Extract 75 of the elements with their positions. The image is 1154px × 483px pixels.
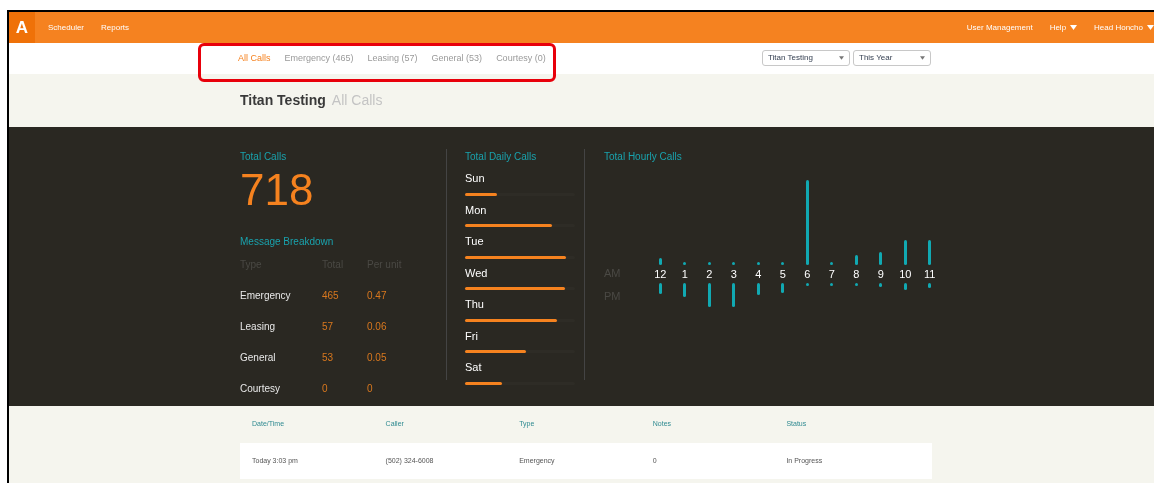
table-cell-text: Courtesy [240, 382, 281, 396]
nav-menu[interactable]: Help [1049, 21, 1078, 34]
table-cell-text: 0.06 [367, 320, 388, 334]
pm-bar [928, 283, 932, 288]
table-cell-text: General [240, 351, 277, 365]
hour-label: 11 [924, 268, 936, 280]
pm-bar [683, 283, 687, 297]
total-calls-value: 718 [240, 168, 315, 212]
section-title: Message Breakdown [240, 235, 335, 249]
pm-bar [658, 283, 662, 294]
table-cell-text: 0.47 [367, 289, 388, 303]
dropdown-select[interactable]: This Year [853, 50, 931, 66]
am-bar [732, 262, 736, 265]
nav-menu[interactable]: User Management [966, 21, 1033, 34]
filter-tab[interactable]: General (53) [431, 52, 483, 66]
am-bar [830, 262, 834, 265]
am-bar [683, 262, 687, 265]
filter-tab[interactable]: Leasing (57) [367, 52, 418, 66]
pm-bar [903, 283, 907, 290]
filter-tab[interactable]: All Calls [238, 52, 271, 66]
day-label: Wed [465, 265, 489, 281]
section-title: Total Daily Calls [465, 150, 538, 164]
section-title: Total Calls [240, 150, 288, 164]
day-label: Tue [465, 234, 485, 249]
caret-icon [920, 56, 925, 60]
caret-icon [839, 56, 844, 60]
hour-label: 4 [755, 268, 762, 280]
page-title: Titan Testing [240, 91, 326, 110]
hour-label: 8 [853, 268, 860, 280]
dropdown-select[interactable]: Titan Testing [762, 50, 850, 66]
hour-label: 10 [899, 268, 912, 280]
am-bar [903, 240, 907, 265]
day-label: Sun [465, 171, 486, 186]
hour-label: 5 [779, 268, 786, 280]
am-bar [854, 255, 858, 265]
pm-bar [805, 283, 809, 286]
am-bar [879, 252, 883, 265]
filter-tab[interactable]: Courtesy (0) [496, 52, 546, 66]
logo[interactable]: A [9, 12, 35, 43]
table-cell-text: 0.05 [367, 351, 388, 365]
pm-bar [830, 283, 834, 286]
hour-label: 2 [706, 268, 713, 280]
am-bar [928, 240, 932, 265]
hour-label: 12 [654, 268, 667, 280]
hour-label: 6 [804, 268, 811, 280]
pm-bar [781, 283, 785, 293]
hour-label: 1 [681, 268, 688, 280]
am-bar [756, 262, 760, 265]
table-cell-text: Emergency [240, 289, 292, 303]
pm-bar [879, 283, 883, 287]
day-label: Thu [465, 297, 485, 312]
table-cell-text: 465 [322, 289, 340, 303]
day-label: Mon [465, 202, 488, 218]
table-cell-text: 0 [322, 382, 329, 396]
day-label: Sat [465, 360, 483, 375]
hour-label: 9 [877, 268, 884, 280]
table-cell-text: 0 [367, 382, 374, 396]
hour-label: 7 [828, 268, 835, 280]
section-title: Total Hourly Calls [604, 150, 683, 164]
nav-link[interactable]: Reports [101, 21, 130, 34]
am-bar [781, 262, 785, 265]
table-cell-text: 57 [322, 320, 335, 334]
pm-bar [756, 283, 760, 295]
day-label: Fri [465, 328, 479, 344]
filter-tab[interactable]: Emergency (465) [284, 52, 354, 66]
nav-link[interactable]: Scheduler [48, 21, 85, 34]
pm-bar [707, 283, 711, 307]
table-cell-text: Leasing [240, 320, 277, 334]
nav-menu[interactable]: Head Honcho [1094, 21, 1154, 34]
hour-label: 3 [730, 268, 737, 280]
pm-bar [854, 283, 858, 286]
am-bar [707, 262, 711, 265]
am-bar [658, 258, 662, 265]
table-cell-text: 53 [322, 351, 335, 365]
pm-bar [732, 283, 736, 307]
